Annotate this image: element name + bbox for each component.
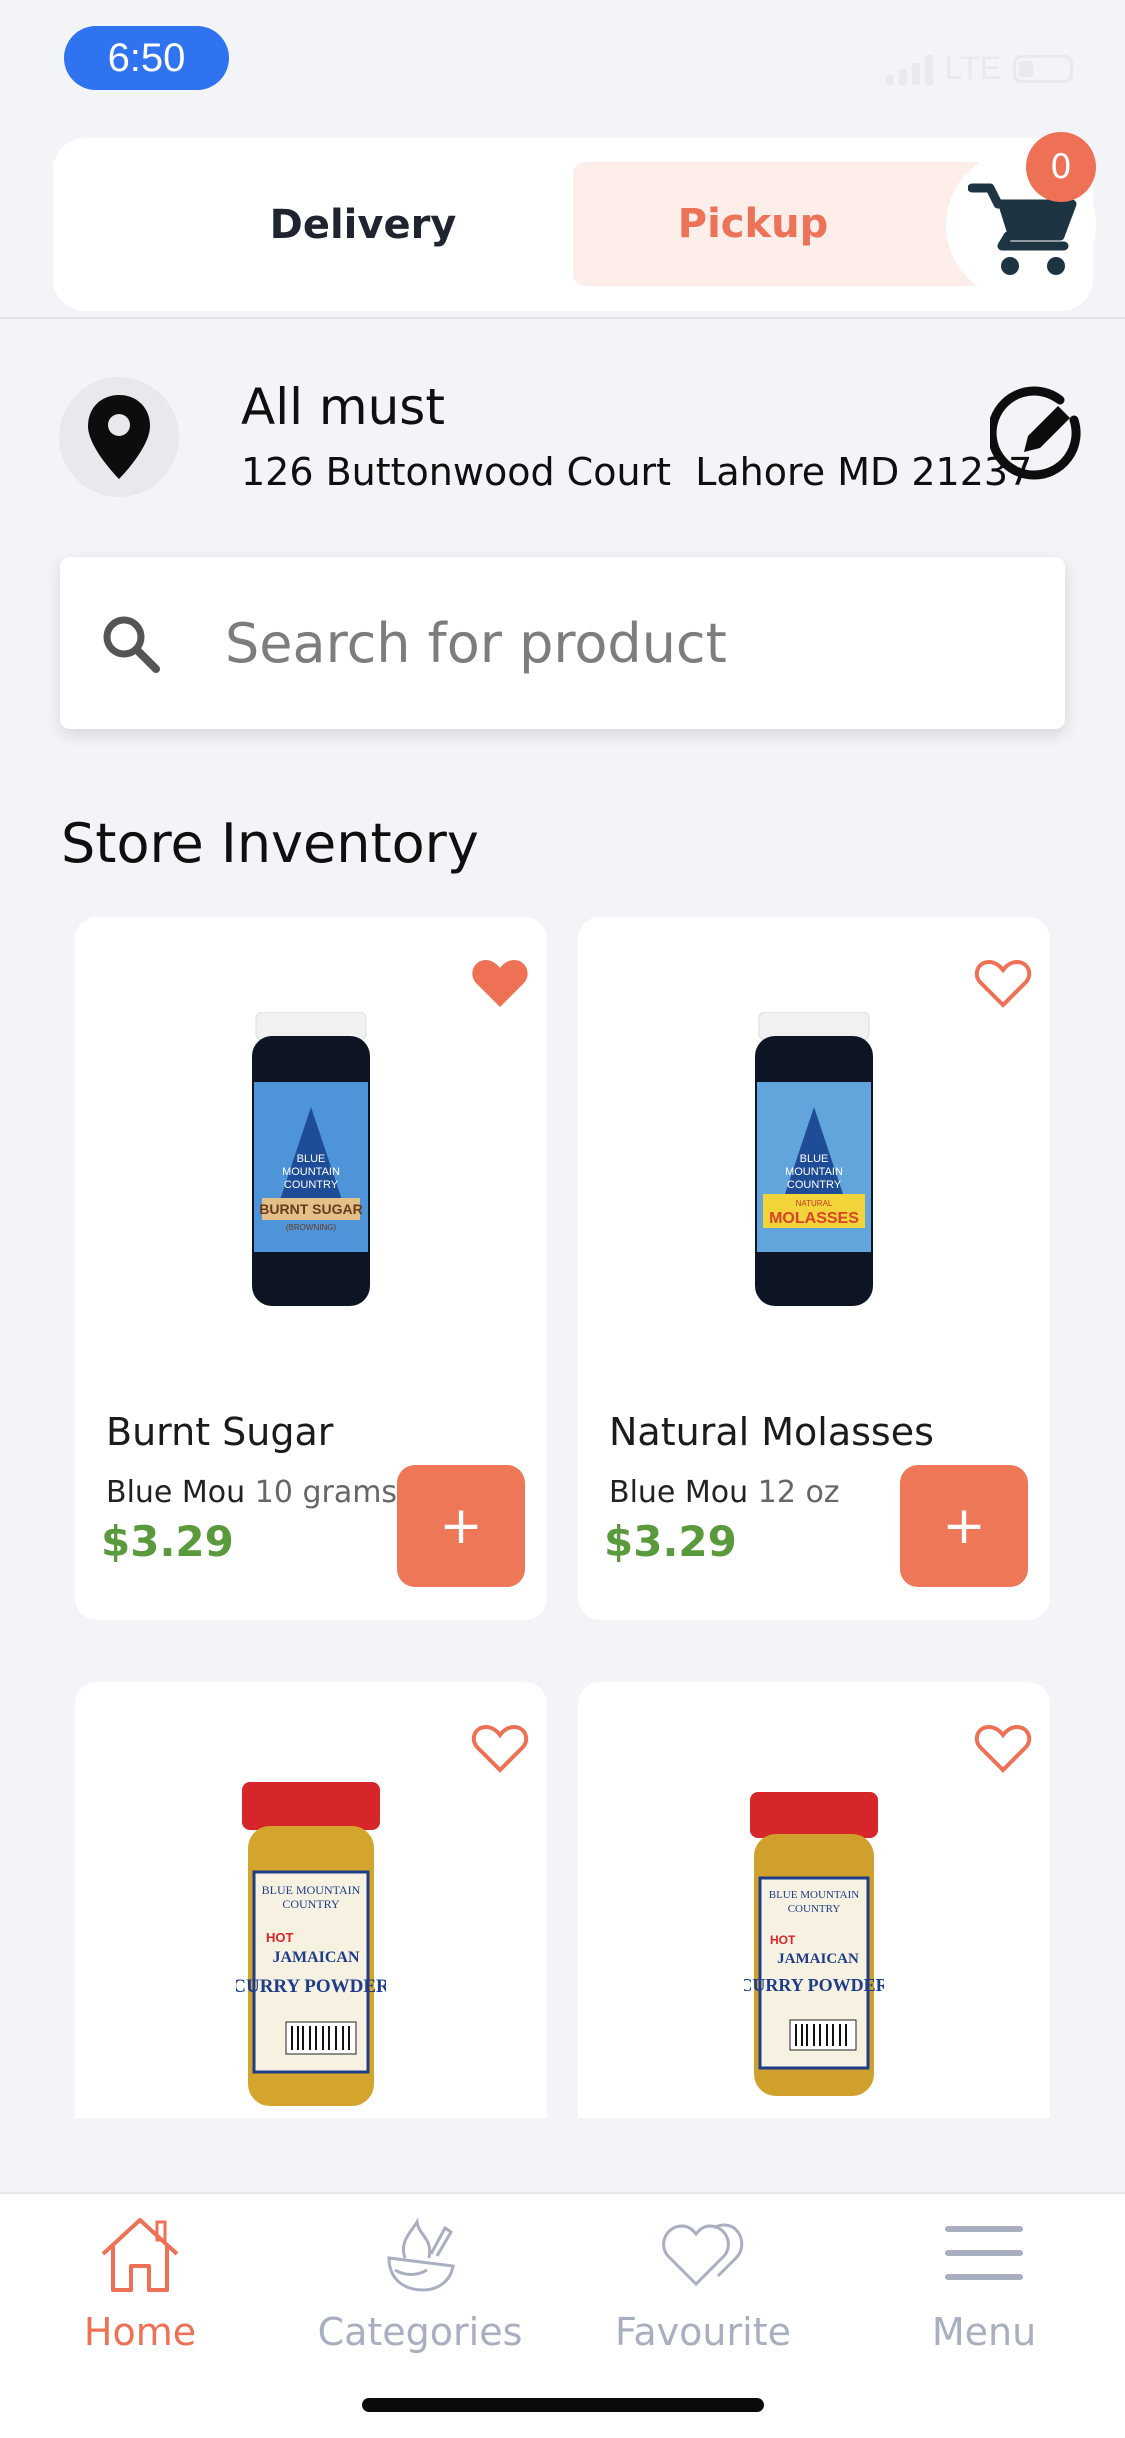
search-icon xyxy=(103,616,160,673)
product-image: BLUE MOUNTAIN COUNTRY HOT JAMAICAN CURRY… xyxy=(75,1782,547,2106)
tab-pickup-label: Pickup xyxy=(677,201,829,247)
location-pin-button[interactable] xyxy=(59,377,179,497)
svg-text:COUNTRY: COUNTRY xyxy=(787,1179,842,1191)
product-image: BLUE MOUNTAIN COUNTRY NATURAL MOLASSES xyxy=(578,1012,1050,1306)
product-card[interactable]: BLUE MOUNTAIN COUNTRY BURNT SUGAR (BROWN… xyxy=(75,917,547,1620)
home-icon xyxy=(101,2218,179,2292)
signal-icon xyxy=(885,53,933,85)
product-price: $3.29 xyxy=(101,1517,234,1566)
nav-menu-label: Menu xyxy=(931,2310,1037,2354)
svg-text:HOT: HOT xyxy=(770,1933,796,1947)
nav-home[interactable]: Home xyxy=(30,2214,250,2354)
product-price: $3.29 xyxy=(604,1517,737,1566)
favourite-filled-icon[interactable] xyxy=(471,957,529,1009)
svg-text:COUNTRY: COUNTRY xyxy=(284,1179,339,1191)
status-indicators: LTE xyxy=(885,50,1073,87)
search-bar xyxy=(60,557,1065,729)
product-image: BLUE MOUNTAIN COUNTRY HOT JAMAICAN CURRY… xyxy=(578,1792,1050,2096)
svg-text:MOLASSES: MOLASSES xyxy=(769,1210,859,1227)
product-size: 12 oz xyxy=(757,1475,840,1510)
svg-text:CURRY POWDER: CURRY POWDER xyxy=(236,1976,386,1997)
section-title: Store Inventory xyxy=(61,812,479,875)
home-indicator xyxy=(362,2398,764,2412)
svg-text:COUNTRY: COUNTRY xyxy=(788,1903,841,1915)
svg-text:BURNT SUGAR: BURNT SUGAR xyxy=(259,1201,362,1217)
svg-text:BLUE MOUNTAIN: BLUE MOUNTAIN xyxy=(769,1889,860,1901)
svg-text:MOUNTAIN: MOUNTAIN xyxy=(785,1166,843,1178)
nav-categories[interactable]: Categories xyxy=(310,2214,530,2354)
product-name: Burnt Sugar xyxy=(106,1410,334,1454)
header-divider xyxy=(0,317,1125,319)
address-line: 126 Buttonwood Court Lahore MD 21237 xyxy=(241,450,1033,494)
product-brand: Blue Mou 12 oz xyxy=(609,1475,840,1510)
nav-home-label: Home xyxy=(83,2310,197,2354)
edit-address-icon[interactable] xyxy=(990,386,1086,482)
status-time: 6:50 xyxy=(64,26,229,90)
svg-text:COUNTRY: COUNTRY xyxy=(282,1897,340,1911)
favourite-outline-icon[interactable] xyxy=(974,1722,1032,1774)
svg-text:(BROWNING): (BROWNING) xyxy=(286,1223,337,1232)
product-card[interactable]: BLUE MOUNTAIN COUNTRY HOT JAMAICAN CURRY… xyxy=(578,1682,1050,2118)
product-brand-name: Blue Mou xyxy=(609,1475,749,1510)
svg-text:CURRY POWDER: CURRY POWDER xyxy=(744,1975,884,1995)
svg-text:BLUE: BLUE xyxy=(297,1153,326,1165)
heart-icon xyxy=(662,2223,744,2287)
favourite-outline-icon[interactable] xyxy=(471,1722,529,1774)
svg-text:JAMAICAN: JAMAICAN xyxy=(272,1949,360,1966)
nav-menu[interactable]: Menu xyxy=(874,2214,1094,2354)
address-name: All must xyxy=(241,378,445,436)
svg-text:BLUE: BLUE xyxy=(800,1153,829,1165)
svg-text:NATURAL: NATURAL xyxy=(796,1199,833,1208)
nav-categories-label: Categories xyxy=(317,2310,523,2354)
battery-icon xyxy=(1013,54,1073,83)
nav-favourite[interactable]: Favourite xyxy=(593,2214,813,2354)
svg-text:JAMAICAN: JAMAICAN xyxy=(777,1951,859,1967)
add-to-cart-button[interactable]: + xyxy=(900,1465,1028,1587)
search-input[interactable] xyxy=(225,557,1025,729)
product-size: 10 grams xyxy=(254,1475,398,1510)
tab-delivery[interactable]: Delivery xyxy=(173,138,553,311)
nav-favourite-label: Favourite xyxy=(615,2310,791,2354)
svg-text:MOUNTAIN: MOUNTAIN xyxy=(282,1166,340,1178)
product-card[interactable]: BLUE MOUNTAIN COUNTRY NATURAL MOLASSES N… xyxy=(578,917,1050,1620)
favourite-outline-icon[interactable] xyxy=(974,957,1032,1009)
add-to-cart-button[interactable]: + xyxy=(397,1465,525,1587)
product-brand: Blue Mou 10 grams xyxy=(106,1475,397,1510)
menu-icon xyxy=(945,2226,1023,2280)
svg-text:BLUE MOUNTAIN: BLUE MOUNTAIN xyxy=(262,1883,361,1897)
product-name: Natural Molasses xyxy=(609,1410,934,1454)
svg-text:HOT: HOT xyxy=(266,1930,294,1945)
order-mode-toggle: Delivery Pickup xyxy=(53,138,1096,311)
product-brand-name: Blue Mou xyxy=(106,1475,246,1510)
cart-count-badge: 0 xyxy=(1026,132,1096,202)
categories-icon xyxy=(387,2217,455,2292)
network-type: LTE xyxy=(944,50,1001,86)
product-image: BLUE MOUNTAIN COUNTRY BURNT SUGAR (BROWN… xyxy=(75,1012,547,1306)
product-card[interactable]: BLUE MOUNTAIN COUNTRY HOT JAMAICAN CURRY… xyxy=(75,1682,547,2118)
location-pin-icon xyxy=(88,395,150,479)
